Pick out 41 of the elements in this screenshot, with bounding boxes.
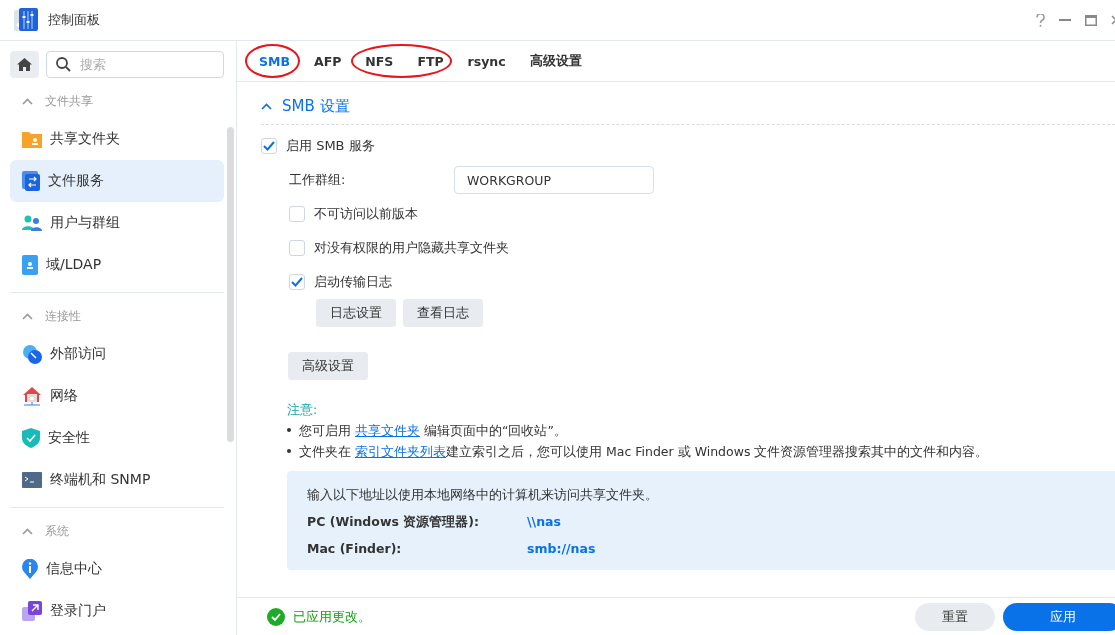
address-label: Mac (Finder): — [307, 541, 403, 556]
field-label: 工作群组: — [289, 171, 347, 189]
tab[interactable]: 高级设置 — [517, 41, 594, 81]
note-text: 您可启用 共享文件夹 编辑页面中的“回收站”。 — [299, 423, 567, 440]
sidebar-item[interactable]: 文件服务 — [10, 160, 224, 202]
note-link[interactable]: 索引文件夹列表 — [355, 444, 446, 459]
sidebar-item[interactable]: 安全性 — [10, 417, 224, 459]
sidebar-item[interactable]: 终端机和 SNMP — [10, 459, 224, 501]
sidebar-item[interactable]: 网络 — [10, 375, 224, 417]
log-button[interactable]: 日志设置 — [316, 299, 396, 327]
status-message: 已应用更改。 — [293, 607, 372, 626]
checkbox-label: 启用 SMB 服务 — [286, 137, 375, 155]
search-field[interactable]: 搜索 — [46, 51, 224, 78]
sidebar-item[interactable]: 外部访问 — [10, 333, 224, 375]
sidebar-item[interactable]: 用户与群组 — [10, 202, 224, 244]
tab[interactable]: AFP — [302, 41, 354, 81]
checkbox-label: 启动传输日志 — [314, 273, 392, 291]
advanced-settings-button[interactable]: 高级设置 — [288, 352, 368, 380]
sidebar-item[interactable]: 信息中心 — [10, 548, 224, 590]
tab[interactable]: rsync — [455, 41, 518, 81]
sidebar-item[interactable]: 共享文件夹 — [10, 118, 224, 160]
tab[interactable]: SMB — [247, 41, 302, 81]
log-button[interactable]: 查看日志 — [403, 299, 483, 327]
tab[interactable]: NFS — [353, 41, 406, 81]
note-link[interactable]: 共享文件夹 — [355, 423, 420, 438]
address-value: smb://nas — [527, 541, 596, 556]
window-title: 控制面板 — [48, 11, 101, 29]
notes-title: 注意: — [287, 402, 319, 419]
address-value: \\nas — [527, 514, 561, 531]
note-text: 文件夹在 索引文件夹列表建立索引之后，您可以使用 Mac Finder 或 Windows 文件资源管理器搜索其中的文件和内容。 — [299, 444, 989, 461]
reset-button[interactable]: 重置 — [915, 602, 995, 631]
checkbox-label: 不可访问以前版本 — [314, 205, 418, 223]
workgroup-field[interactable]: WORKGROUP — [454, 166, 654, 194]
apply-button[interactable]: 应用 — [1003, 602, 1115, 631]
checkbox-label: 对没有权限的用户隐藏共享文件夹 — [314, 239, 509, 257]
address-label: PC (Windows 资源管理器): — [307, 514, 480, 531]
section-title[interactable]: SMB 设置 — [282, 96, 350, 116]
info-text: 输入以下地址以使用本地网络中的计算机来访问共享文件夹。 — [307, 487, 659, 504]
sidebar-item[interactable]: 域/LDAP — [10, 244, 224, 286]
tab[interactable]: FTP — [405, 41, 456, 81]
sidebar-item[interactable]: 登录门户 — [10, 590, 224, 632]
